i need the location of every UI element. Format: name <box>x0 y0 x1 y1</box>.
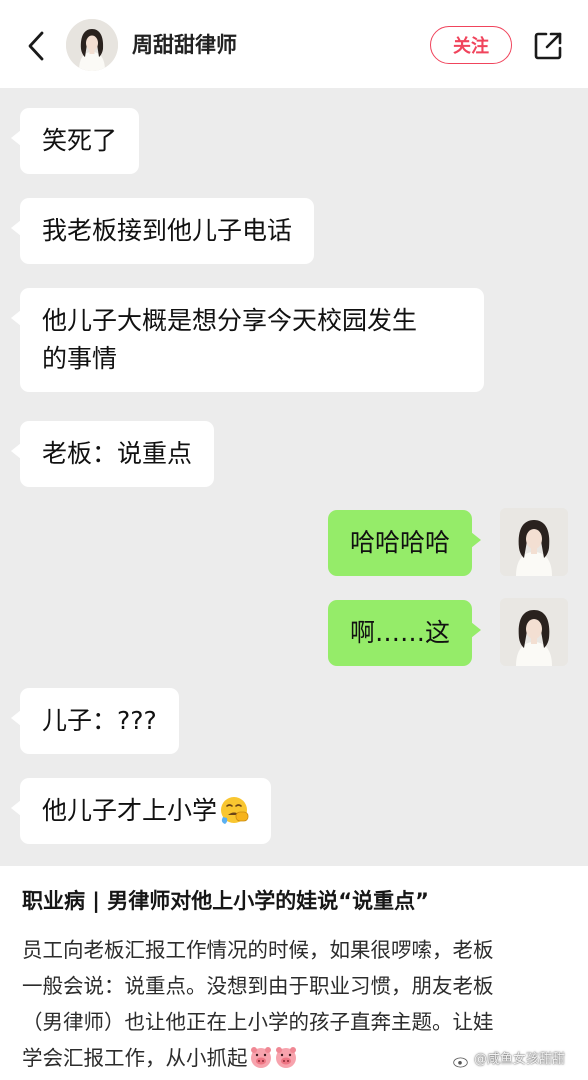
share-button[interactable] <box>530 28 566 64</box>
pig-face-emoji <box>275 1047 296 1068</box>
message-text: 儿子：??? <box>42 706 157 735</box>
post-title: 职业病 | 男律师对他上小学的娃说“说重点” <box>22 889 429 913</box>
message-text: 笑死了 <box>42 126 118 155</box>
chat-message-incoming: 他儿子大概是想分享今天校园发生 的事情 <box>11 288 484 392</box>
post-body-line: （男律师）也让他正在上小学的孩子直奔主题。让娃 <box>22 1010 494 1034</box>
follow-button[interactable]: 关注 <box>430 26 512 64</box>
share-external-icon <box>534 32 562 60</box>
watermark: @咸鱼女孩甜甜 <box>453 1051 565 1069</box>
message-text-line: 的事情 <box>42 344 118 373</box>
chat-message-incoming: 他儿子才上小学 <box>10 778 272 844</box>
crying-face-emoji <box>221 797 249 824</box>
chat-message-incoming: 我老板接到他儿子电话 <box>10 198 315 264</box>
person-portrait-icon <box>500 598 568 666</box>
author-avatar[interactable] <box>66 19 118 71</box>
post-body-text: 学会汇报工作，从小抓起 <box>22 1046 248 1070</box>
message-text: 啊……这 <box>350 618 451 647</box>
chat-message-incoming: 笑死了 <box>10 108 140 174</box>
post-content: 职业病 | 男律师对他上小学的娃说“说重点” 员工向老板汇报工作情况的时候，如果… <box>0 866 588 1080</box>
chat-message-incoming: 老板：说重点 <box>10 421 215 487</box>
top-nav-bar: 周甜甜律师 关注 <box>0 0 588 88</box>
post-body-line: 员工向老板汇报工作情况的时候，如果很啰嗦，老板 <box>22 938 494 962</box>
pig-face-emoji <box>250 1047 271 1068</box>
back-button[interactable] <box>18 26 54 66</box>
chat-message-incoming: 儿子：??? <box>11 688 179 754</box>
chat-message-outgoing: 啊……这 <box>328 600 482 666</box>
message-text: 哈哈哈哈 <box>350 528 451 557</box>
chat-message-outgoing: 哈哈哈哈 <box>328 510 482 576</box>
chat-screenshot: 笑死了 我老板接到他儿子电话 他儿子大概是想分享今天校园发生 的事情 老板：说重… <box>0 88 588 866</box>
message-text: 他儿子才上小学 <box>42 796 218 825</box>
message-text: 我老板接到他儿子电话 <box>42 216 293 245</box>
sender-avatar <box>500 598 568 666</box>
person-portrait-icon <box>66 19 118 71</box>
message-text-line: 他儿子大概是想分享今天校园发生 <box>42 306 418 335</box>
message-text: 老板：说重点 <box>42 439 193 468</box>
weibo-logo-icon <box>453 1053 470 1067</box>
sender-avatar <box>500 508 568 576</box>
author-name[interactable]: 周甜甜律师 <box>132 31 237 59</box>
watermark-text: @咸鱼女孩甜甜 <box>474 1052 566 1067</box>
chevron-left-icon <box>28 31 44 61</box>
person-portrait-icon <box>500 508 568 576</box>
post-body-line: 一般会说：说重点。没想到由于职业习惯，朋友老板 <box>22 974 494 998</box>
